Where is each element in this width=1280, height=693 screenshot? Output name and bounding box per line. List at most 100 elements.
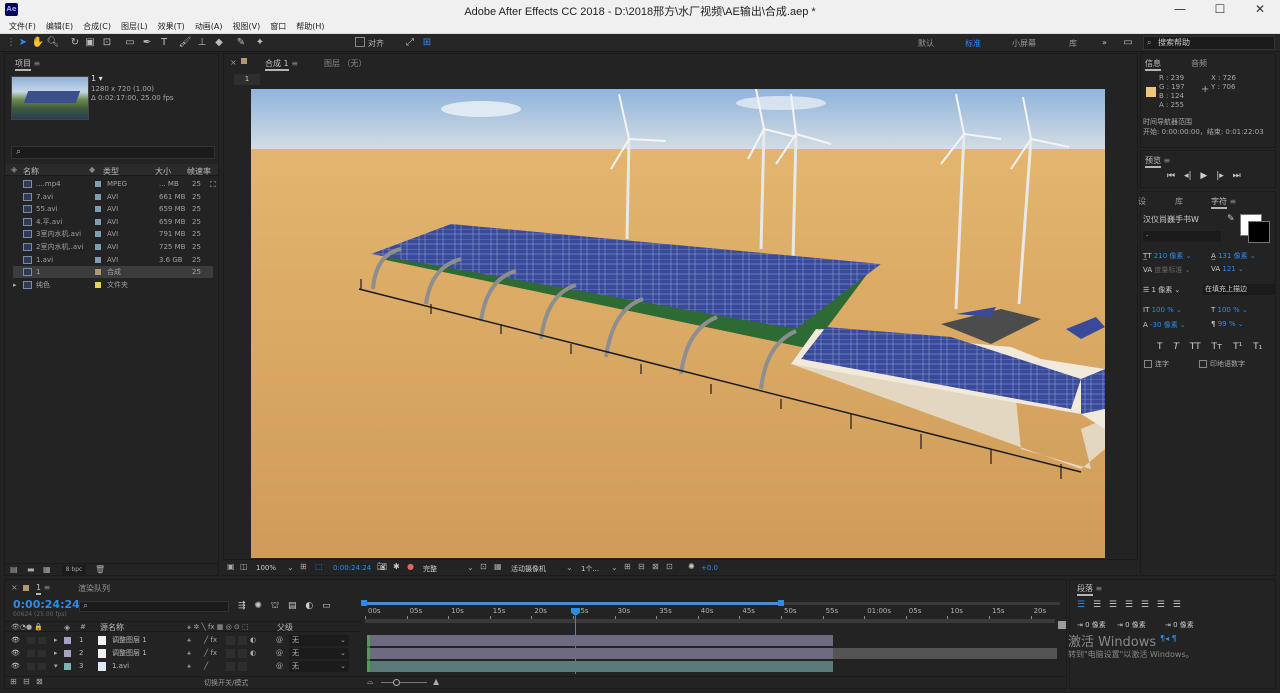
work-area-end-handle[interactable] (778, 600, 784, 606)
workspace-library[interactable]: 库 (1069, 38, 1077, 49)
flowchart-icon[interactable]: ⊡ (666, 562, 673, 571)
expand-arrow-icon[interactable]: ▸ (54, 647, 58, 660)
exposure-value[interactable]: +0.0 (701, 564, 718, 572)
project-item[interactable]: ▸ 纯色 文件夹 (13, 279, 213, 291)
toggle-switches-modes[interactable]: 切换开关/模式 (204, 678, 248, 688)
type-tool-icon[interactable]: T (157, 36, 171, 50)
zoom-select[interactable]: 100% (256, 564, 276, 572)
pickwhip-icon[interactable]: @ (276, 660, 283, 673)
eye-icon[interactable]: 👁︎ (11, 647, 20, 660)
pickwhip-icon[interactable]: @ (276, 634, 283, 647)
faux-italic-button[interactable]: T (1173, 342, 1179, 352)
align-right-icon[interactable]: ☰ (1109, 600, 1117, 610)
info-tab[interactable]: 信息 (1145, 58, 1161, 71)
project-item[interactable]: 3室内水机.avi AVI 791 MB 25 (13, 228, 213, 240)
play-icon[interactable]: ▶ (1200, 171, 1207, 181)
work-area-start-handle[interactable] (361, 600, 367, 606)
selection-tool-icon[interactable]: ➤ (16, 36, 30, 50)
render-queue-tab[interactable]: 渲染队列 (78, 583, 110, 594)
snap-grid-icon[interactable]: ⊞ (420, 36, 434, 50)
fast-preview-icon[interactable]: ⊟ (638, 562, 645, 571)
tracking-field[interactable]: VA 121 ⌄ (1211, 265, 1244, 273)
roto-brush-tool-icon[interactable]: ✎ (234, 36, 248, 50)
workspace-menu-icon[interactable]: ▭ (1121, 36, 1135, 50)
project-tab[interactable]: 项目 ≡ (15, 58, 40, 71)
workspace-small-screen[interactable]: 小屏幕 (1012, 38, 1036, 49)
justify-all-icon[interactable]: ☰ (1173, 600, 1181, 610)
effects-switch-icon[interactable]: ╱ (204, 660, 208, 673)
parent-dropdown-icon[interactable]: ⌄ (340, 634, 346, 647)
project-search-input[interactable]: ⌕ (11, 146, 215, 159)
pickwhip-icon[interactable]: @ (276, 647, 283, 660)
menu-item-2[interactable]: 合成(C) (78, 19, 116, 34)
comp-tab-close-icon[interactable]: × (230, 58, 237, 67)
solo-toggle[interactable] (38, 637, 46, 644)
source-name-column[interactable]: 源名称 (100, 622, 124, 633)
zoom-in-icon[interactable]: ▲ (433, 677, 439, 686)
bpc-button[interactable]: 8 bpc (62, 565, 86, 575)
tab-settings[interactable]: 设 (1138, 196, 1146, 207)
comp-sub-tab[interactable]: 1 (234, 74, 260, 85)
graph-editor-icon[interactable]: ▭ (322, 601, 331, 611)
workspace-standard[interactable]: 标准 (965, 38, 981, 49)
menu-item-1[interactable]: 编辑(E) (41, 19, 78, 34)
col-fps[interactable]: 帧速率 (187, 166, 211, 177)
views-dropdown-icon[interactable]: ⌄ (611, 563, 618, 572)
timeline-timecode[interactable]: 0:00:24:24 (13, 598, 80, 611)
motion-blur-switch[interactable] (226, 649, 235, 658)
eye-icon[interactable]: 👁︎ (11, 634, 20, 647)
3d-switch-icon[interactable]: ◐ (250, 634, 256, 647)
layer-name[interactable]: 1.avi (112, 660, 129, 673)
draft-3d-icon[interactable]: ✺ (254, 601, 262, 611)
motion-blur-switch[interactable] (226, 662, 235, 671)
channel-icon[interactable]: ● (407, 562, 414, 571)
resolution-dropdown-icon[interactable]: ⌄ (467, 563, 474, 572)
layer-name[interactable]: 调整图层 1 (112, 634, 147, 647)
audio-tab[interactable]: 音频 (1191, 58, 1207, 69)
hindi-digits-checkbox[interactable] (1199, 360, 1207, 368)
adjustment-switch[interactable] (238, 649, 247, 658)
col-size[interactable]: 大小 (155, 166, 171, 177)
prev-frame-icon[interactable]: ◂| (1184, 171, 1192, 181)
align-center-icon[interactable]: ☰ (1093, 600, 1101, 610)
timeline-search-input[interactable]: ⌕ (79, 601, 229, 612)
camera-dropdown-icon[interactable]: ⌄ (566, 563, 573, 572)
layer-name[interactable]: 调整图层 1 (112, 647, 147, 660)
tab-library[interactable]: 库 (1175, 196, 1183, 207)
parent-dropdown-icon[interactable]: ⌄ (340, 647, 346, 660)
mask-visibility-icon[interactable]: ◫ (240, 562, 248, 571)
collapse-switch-icon[interactable]: ⚹ (187, 647, 191, 660)
preview-tab[interactable]: 预览 ≡ (1145, 155, 1170, 168)
frame-blending-icon[interactable]: ▤ (288, 601, 297, 611)
adjustment-switch[interactable] (238, 636, 247, 645)
toggle-pixel-icon[interactable]: ⊞ (624, 562, 631, 571)
effects-switch-icon[interactable]: ╱ fx (204, 647, 217, 660)
col-name[interactable]: 名称 (23, 166, 39, 177)
comp-mini-flowchart-icon[interactable]: ⇶ (238, 601, 246, 611)
project-item[interactable]: 7.avi AVI 661 MB 25 (13, 191, 213, 203)
menu-item-6[interactable]: 视图(V) (228, 19, 266, 34)
brush-tool-icon[interactable]: 🖌︎ (178, 36, 192, 50)
stroke-color-swatch[interactable] (1248, 221, 1270, 243)
maximize-button[interactable]: ☐ (1200, 0, 1240, 19)
adjustment-switch[interactable] (238, 662, 247, 671)
timeline-icon[interactable]: ⊠ (652, 562, 659, 571)
zoom-dropdown-icon[interactable]: ⌄ (287, 563, 294, 572)
space-before-field[interactable]: ⇥ 0 像素 (1165, 620, 1194, 630)
layer-bar-1[interactable] (367, 635, 833, 646)
tab-character[interactable]: 字符 ≡ (1211, 196, 1236, 209)
next-frame-icon[interactable]: |▸ (1216, 171, 1224, 181)
snapshot-icon[interactable]: 📷︎ (377, 562, 387, 571)
timeline-flow-icon[interactable]: ⊞ (10, 677, 17, 686)
direction-icons[interactable]: ¶◂ ¶ (1160, 634, 1177, 643)
viewer-timecode[interactable]: 0:00:24:24 (333, 564, 371, 572)
stroke-mode-select[interactable]: 在填充上描边 (1203, 284, 1275, 295)
motion-blur-icon[interactable]: ◐ (305, 601, 313, 611)
menu-item-4[interactable]: 效果(T) (153, 19, 190, 34)
menu-item-7[interactable]: 窗口 (265, 19, 291, 34)
project-item[interactable]: 2室内水机..avi AVI 725 MB 25 (13, 241, 213, 253)
composition-viewer[interactable] (251, 89, 1105, 558)
justify-left-icon[interactable]: ☰ (1125, 600, 1133, 610)
solo-toggle[interactable] (38, 663, 46, 670)
show-snapshot-icon[interactable]: ✱ (393, 562, 400, 571)
